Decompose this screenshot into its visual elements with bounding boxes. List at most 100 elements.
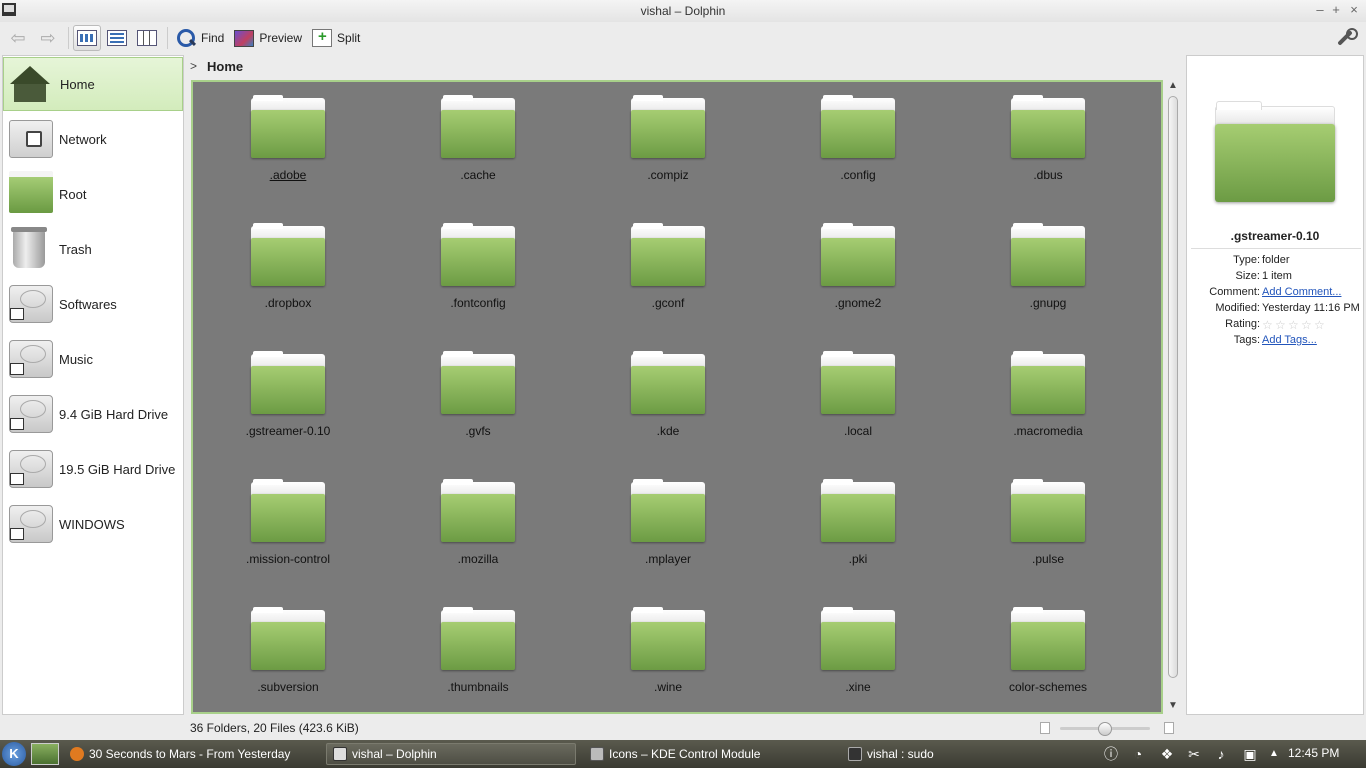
file-item[interactable]: .config <box>763 82 933 192</box>
zoom-out-icon[interactable] <box>1040 722 1050 734</box>
app-menu-icon[interactable] <box>2 3 16 16</box>
task-kde-control[interactable]: Icons – KDE Control Module <box>584 743 834 765</box>
place-9gib-drive[interactable]: 9.4 GiB Hard Drive <box>3 387 183 441</box>
place-network[interactable]: Network <box>3 112 183 166</box>
tray-arrow-icon[interactable]: ▲ <box>1264 744 1284 764</box>
add-tags-link[interactable]: Add Tags... <box>1262 334 1317 346</box>
place-label: 19.5 GiB Hard Drive <box>59 461 176 477</box>
forward-button[interactable]: ⇨ <box>34 25 62 51</box>
info-rating-row: Rating: ☆ ☆ ☆ ☆ ☆ <box>1187 318 1363 334</box>
chevron-right-icon[interactable]: > <box>190 59 197 73</box>
zoom-in-icon[interactable] <box>1164 722 1174 734</box>
info-value: Yesterday 11:16 PM <box>1262 302 1360 314</box>
preview-button[interactable]: Preview <box>230 25 306 51</box>
vertical-scrollbar[interactable]: ▲ ▼ <box>1165 80 1181 714</box>
file-item[interactable]: .subversion <box>193 594 363 704</box>
file-item[interactable]: .pulse <box>953 466 1123 576</box>
file-item[interactable]: .mozilla <box>383 466 553 576</box>
file-name: .kde <box>656 424 680 438</box>
clipboard-icon[interactable]: ✂ <box>1184 744 1204 764</box>
dropbox-icon[interactable]: ❖ <box>1157 744 1177 764</box>
application-launcher-button[interactable]: K <box>2 742 26 766</box>
info-icon[interactable]: ⓘ <box>1101 744 1121 764</box>
scroll-track[interactable] <box>1168 96 1178 698</box>
add-comment-link[interactable]: Add Comment... <box>1262 286 1341 298</box>
file-item[interactable]: .dbus <box>953 82 1123 192</box>
scroll-thumb[interactable] <box>1168 96 1178 678</box>
file-item[interactable]: .thumbnails <box>383 594 553 704</box>
columns-view-button[interactable] <box>133 25 161 51</box>
scroll-down-icon[interactable]: ▼ <box>1165 700 1181 714</box>
divider <box>1191 248 1361 249</box>
file-item[interactable]: .cache <box>383 82 553 192</box>
zoom-track[interactable] <box>1060 722 1150 736</box>
file-item[interactable]: .local <box>763 338 933 448</box>
file-name: .gvfs <box>465 424 491 438</box>
file-item[interactable]: .mission-control <box>193 466 363 576</box>
icons-view-button[interactable] <box>73 25 101 51</box>
network-icon <box>9 120 53 158</box>
file-item[interactable]: .gnome2 <box>763 210 933 320</box>
file-view[interactable]: .adobe .cache .compiz .config .dbus .dropbox.… <box>191 80 1163 714</box>
star-icon[interactable]: ☆ <box>1314 319 1326 331</box>
split-button[interactable]: Split <box>308 25 364 51</box>
star-icon[interactable]: ☆ <box>1301 319 1313 331</box>
file-item[interactable]: .adobe <box>193 82 363 192</box>
find-button[interactable]: Find <box>172 25 228 51</box>
folder-icon <box>631 479 705 544</box>
file-item[interactable]: .gnupg <box>953 210 1123 320</box>
close-button[interactable]: × <box>1346 3 1362 17</box>
place-root[interactable]: Root <box>3 167 183 221</box>
file-item[interactable]: .xine <box>763 594 933 704</box>
hard-drive-icon <box>9 505 53 543</box>
file-item[interactable]: .wine <box>573 594 743 704</box>
preview-label: Preview <box>259 31 303 45</box>
back-button[interactable]: ⇦ <box>4 25 32 51</box>
maximize-button[interactable]: + <box>1328 3 1344 17</box>
file-item[interactable]: .dropbox <box>193 210 363 320</box>
place-windows[interactable]: WINDOWS <box>3 497 183 551</box>
file-item[interactable]: .gconf <box>573 210 743 320</box>
place-home[interactable]: Home <box>3 57 183 111</box>
file-item[interactable]: .compiz <box>573 82 743 192</box>
zoom-slider[interactable] <box>1040 720 1174 736</box>
configure-tools-icon[interactable] <box>1334 26 1358 48</box>
find-label: Find <box>201 31 225 45</box>
file-item[interactable]: .mplayer <box>573 466 743 576</box>
file-item[interactable]: .pki <box>763 466 933 576</box>
clock[interactable]: 12:45 PM <box>1288 746 1339 760</box>
file-item[interactable]: color-schemes <box>953 594 1123 704</box>
battery-icon[interactable]: ▣ <box>1240 744 1260 764</box>
preview-icon <box>234 29 255 47</box>
star-icon[interactable]: ☆ <box>1262 319 1274 331</box>
file-item[interactable]: .gvfs <box>383 338 553 448</box>
network-icon[interactable]: ◔ <box>1128 744 1148 764</box>
star-icon[interactable]: ☆ <box>1288 319 1300 331</box>
scroll-up-icon[interactable]: ▲ <box>1165 80 1181 94</box>
place-softwares[interactable]: Softwares <box>3 277 183 331</box>
rating-stars[interactable]: ☆ ☆ ☆ ☆ ☆ <box>1262 319 1327 331</box>
info-key: Modified: <box>1215 302 1260 314</box>
breadcrumb-home[interactable]: Home <box>207 59 243 74</box>
show-desktop-button[interactable] <box>31 743 59 765</box>
place-label: Music <box>59 351 93 367</box>
task-music-player[interactable]: 30 Seconds to Mars - From Yesterday <box>64 743 318 765</box>
folder-icon <box>251 223 325 288</box>
folder-icon <box>821 479 895 544</box>
file-item[interactable]: .gstreamer-0.10 <box>193 338 363 448</box>
task-dolphin[interactable]: vishal – Dolphin <box>326 743 576 765</box>
selected-item-name: .gstreamer-0.10 <box>1230 229 1320 243</box>
star-icon[interactable]: ☆ <box>1275 319 1287 331</box>
file-item[interactable]: .fontconfig <box>383 210 553 320</box>
place-music[interactable]: Music <box>3 332 183 386</box>
file-item[interactable]: .kde <box>573 338 743 448</box>
minimize-button[interactable]: – <box>1312 3 1328 17</box>
place-trash[interactable]: Trash <box>3 222 183 276</box>
task-terminal[interactable]: vishal : sudo <box>842 743 1092 765</box>
place-19gib-drive[interactable]: 19.5 GiB Hard Drive <box>3 442 183 496</box>
volume-icon[interactable]: ♪ <box>1211 744 1231 764</box>
details-view-button[interactable] <box>103 25 131 51</box>
zoom-knob[interactable] <box>1098 722 1112 736</box>
folder-icon <box>441 479 515 544</box>
file-item[interactable]: .macromedia <box>953 338 1123 448</box>
